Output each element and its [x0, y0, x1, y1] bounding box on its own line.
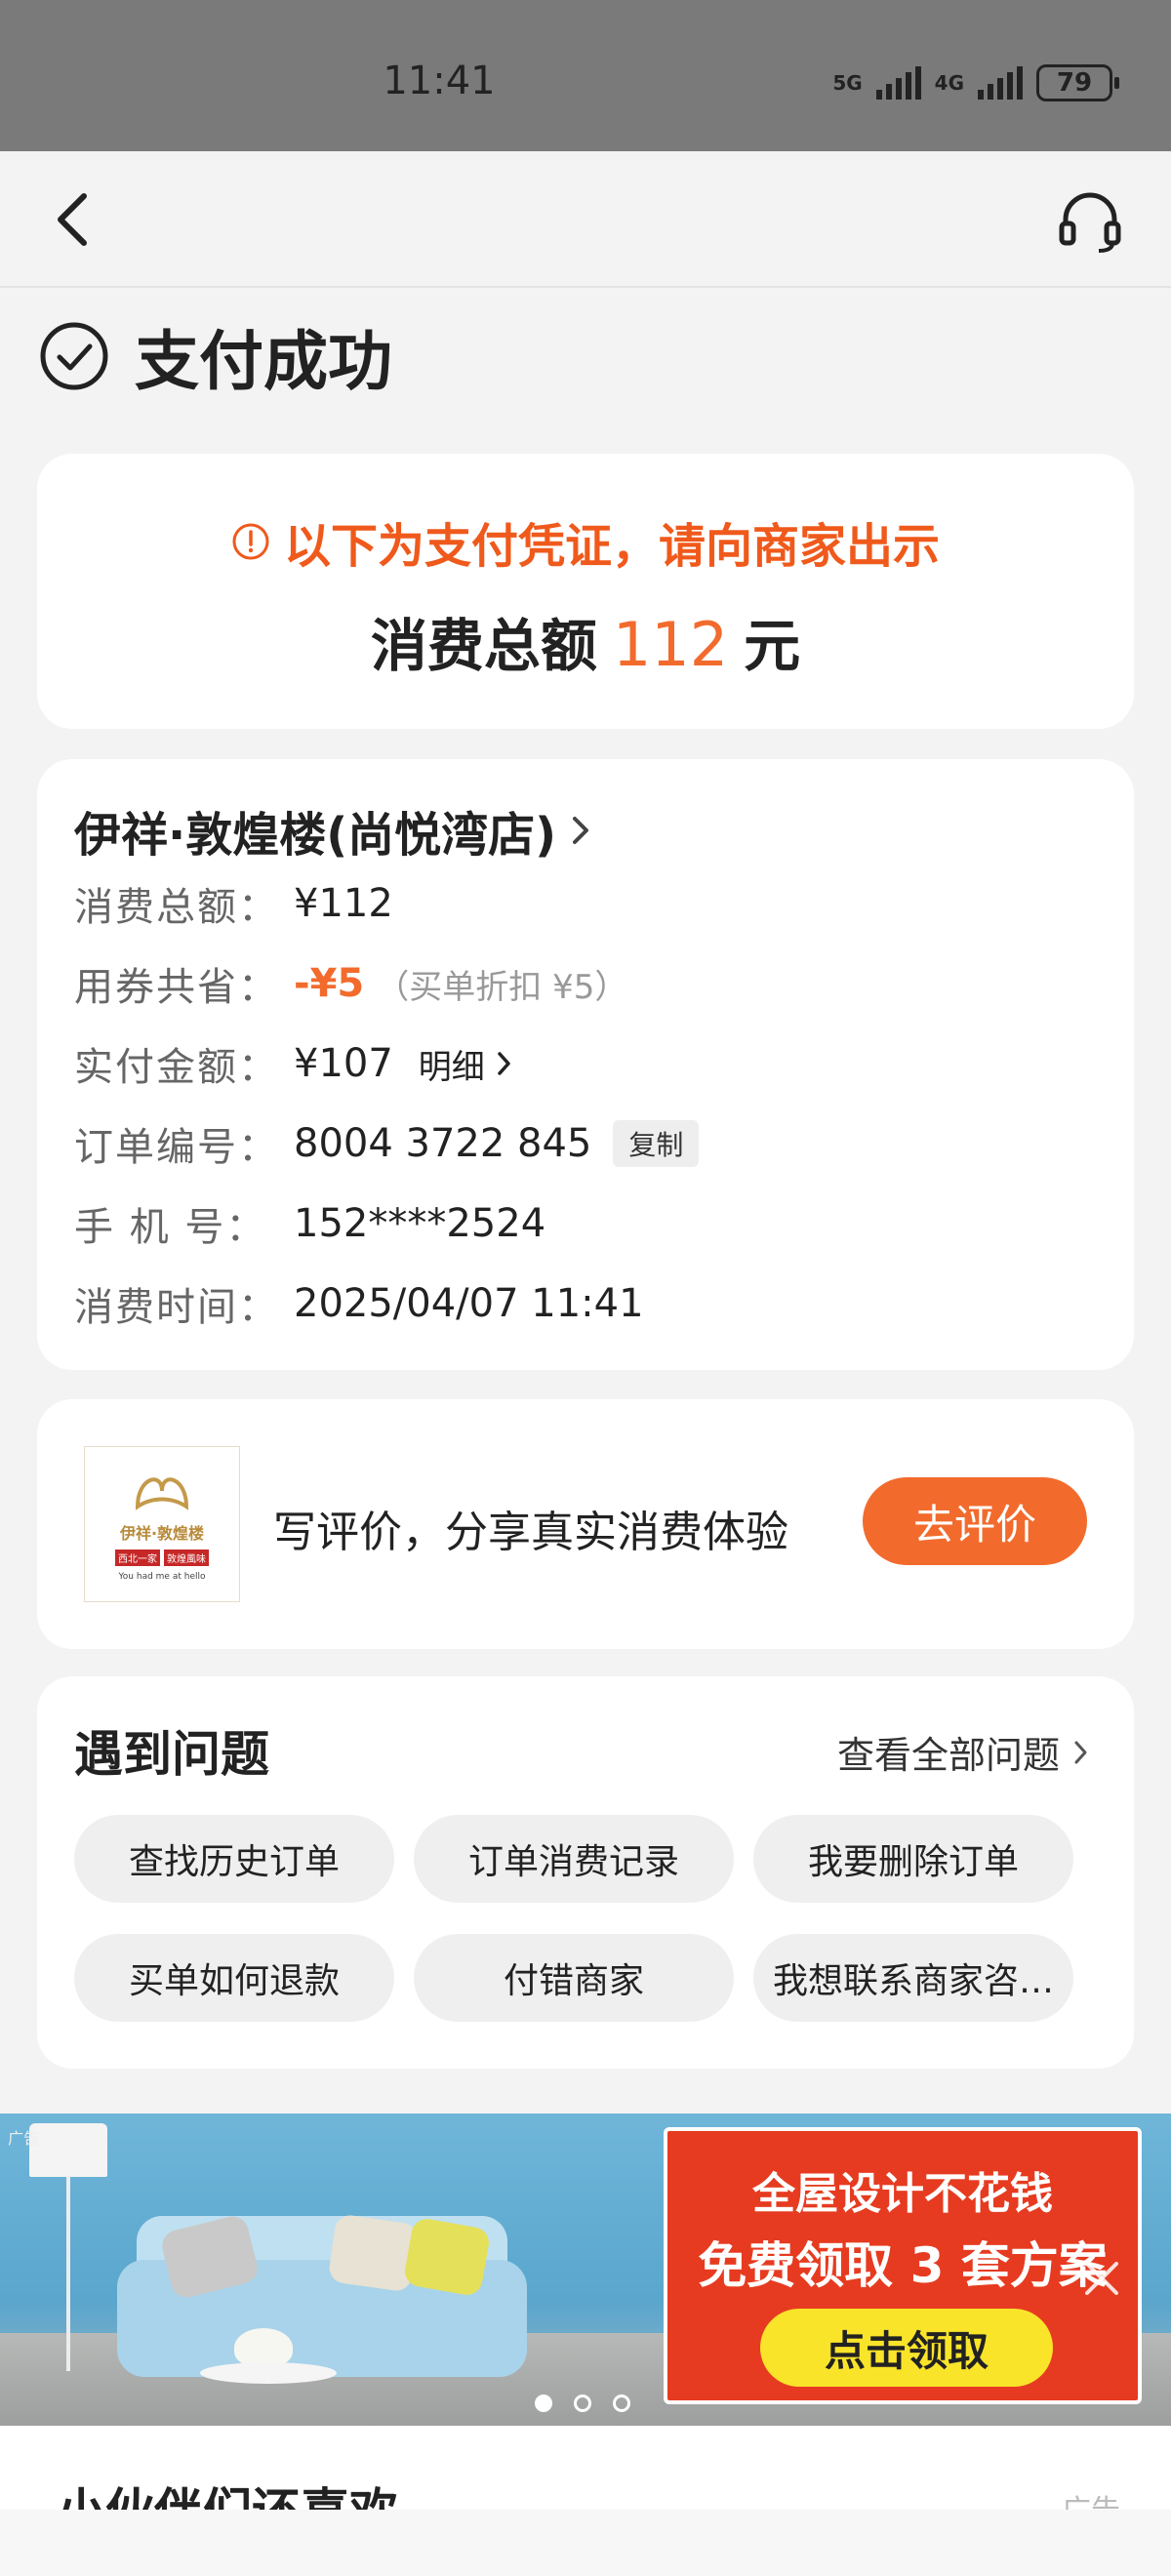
discount-value: -¥5: [294, 961, 365, 1006]
status-icons: 5G 4G 79: [832, 64, 1119, 101]
ad-claim-button[interactable]: 点击领取: [760, 2309, 1053, 2387]
check-circle-icon: [40, 322, 108, 390]
carousel-dot[interactable]: [535, 2395, 552, 2412]
logo-tag: 西北一家: [115, 1549, 160, 1566]
pillow-shape: [402, 2216, 492, 2298]
ad-headline: 全屋设计不花钱: [752, 2169, 1053, 2219]
write-review-button[interactable]: 去评价: [863, 1477, 1087, 1565]
order-number: 8004 3722 845: [294, 1121, 592, 1166]
time-value: 2025/04/07 11:41: [294, 1281, 644, 1326]
signal-5g-label: 5G: [832, 71, 863, 95]
chevron-right-icon: [498, 1052, 510, 1075]
phone-value: 152****2524: [294, 1201, 546, 1246]
order-row-time: 消费时间： 2025/04/07 11:41: [74, 1274, 644, 1333]
order-detail-card: 伊祥·敦煌楼(尚悦湾店) 消费总额： ¥112 用券共省： -¥5 （买单折扣 …: [37, 759, 1134, 1370]
total-amount: 112: [612, 609, 729, 680]
logo-slogan: You had me at hello: [118, 1571, 206, 1582]
faq-chip[interactable]: 我要删除订单: [753, 1815, 1073, 1903]
row-value: ¥112: [294, 881, 393, 926]
view-all-label: 查看全部问题: [836, 1734, 1060, 1777]
signal-4g-label: 4G: [934, 71, 964, 95]
order-row-total: 消费总额： ¥112: [74, 874, 393, 933]
paid-value: ¥107: [294, 1041, 393, 1086]
ad-promo-box[interactable]: 全屋设计不花钱 免费领取 3 套方案 点击领取: [664, 2127, 1142, 2404]
ad-tag: 广告: [8, 2129, 40, 2148]
voucher-card: 以下为支付凭证，请向商家出示 消费总额 112 元: [37, 454, 1134, 729]
row-label: 用券共省：: [74, 965, 279, 1010]
nav-bar: [0, 151, 1171, 288]
shop-name-link[interactable]: 伊祥·敦煌楼(尚悦湾店): [74, 796, 591, 865]
lamp-pole-shape: [66, 2176, 70, 2371]
carousel-dot[interactable]: [613, 2395, 630, 2412]
logo-tags: 西北一家 敦煌風味: [115, 1549, 209, 1566]
bottom-bar: [0, 2510, 1171, 2576]
logo-name: 伊祥·敦煌楼: [119, 1523, 205, 1543]
page-title: 支付成功: [135, 324, 392, 399]
logo-tag: 敦煌風味: [164, 1549, 209, 1566]
discount-note: （买单折扣 ¥5）: [376, 967, 628, 1007]
pillow-shape: [327, 2213, 420, 2293]
battery-icon: 79: [1036, 64, 1119, 101]
total-label: 消费总额: [370, 613, 597, 679]
status-bar: 11:41 5G 4G 79: [0, 0, 1171, 151]
row-label: 手 机 号：: [74, 1205, 267, 1250]
headset-icon[interactable]: [1056, 186, 1124, 255]
voucher-notice-text: 以下为支付凭证，请向商家出示: [283, 519, 940, 574]
status-time: 11:41: [383, 59, 496, 103]
row-label: 实付金额：: [74, 1045, 279, 1090]
carousel-dots: [535, 2395, 630, 2412]
shop-logo: 伊祥·敦煌楼 西北一家 敦煌風味 You had me at hello: [84, 1446, 240, 1602]
signal-bars-icon: [875, 66, 921, 100]
back-chevron-icon[interactable]: [47, 188, 105, 251]
order-row-phone: 手 机 号： 152****2524: [74, 1194, 545, 1253]
row-label: 订单编号：: [74, 1125, 279, 1170]
shop-name: 伊祥·敦煌楼(尚悦湾店): [74, 808, 557, 863]
voucher-notice: 以下为支付凭证，请向商家出示: [37, 507, 1134, 576]
knot-logo-icon: [135, 1477, 189, 1510]
total-amount-line: 消费总额 112 元: [37, 600, 1134, 682]
view-all-questions-link[interactable]: 查看全部问题: [837, 1725, 1089, 1779]
alert-circle-icon: [232, 523, 269, 560]
table-shape: [200, 2362, 337, 2384]
chevron-right-icon: [1074, 1741, 1087, 1763]
faq-chip[interactable]: 我想联系商家咨…: [753, 1934, 1073, 2022]
row-label: 消费时间：: [74, 1285, 279, 1330]
total-unit: 元: [744, 613, 801, 679]
faq-chip[interactable]: 查找历史订单: [74, 1815, 394, 1903]
review-card: 伊祥·敦煌楼 西北一家 敦煌風味 You had me at hello 写评价…: [37, 1399, 1134, 1649]
row-label: 消费总额：: [74, 885, 279, 930]
chevron-right-icon: [573, 817, 589, 844]
ad-subheadline: 免费领取 3 套方案: [698, 2237, 1108, 2294]
order-row-paid: 实付金额： ¥107 明细: [74, 1034, 512, 1093]
ad-banner[interactable]: 广告 全屋设计不花钱 免费领取 3 套方案 点击领取: [0, 2113, 1171, 2426]
carousel-dot[interactable]: [574, 2395, 591, 2412]
detail-link-label: 明细: [418, 1047, 485, 1087]
signal-bars-icon-2: [978, 66, 1023, 100]
close-icon[interactable]: [1077, 2254, 1126, 2303]
faq-chip[interactable]: 付错商家: [414, 1934, 734, 2022]
flowers-shape: [234, 2328, 293, 2367]
payment-status-header: 支付成功: [39, 312, 392, 400]
order-row-number: 订单编号： 8004 3722 845 复制: [74, 1114, 700, 1173]
copy-button[interactable]: 复制: [613, 1120, 700, 1167]
faq-title: 遇到问题: [74, 1726, 269, 1783]
lamp-shape: [29, 2123, 107, 2177]
order-row-discount: 用券共省： -¥5 （买单折扣 ¥5）: [74, 954, 627, 1013]
faq-card: 遇到问题 查看全部问题 查找历史订单 订单消费记录 我要删除订单 买单如何退款 …: [37, 1676, 1134, 2069]
detail-link[interactable]: 明细: [419, 1040, 512, 1088]
faq-chip[interactable]: 买单如何退款: [74, 1934, 394, 2022]
faq-chip[interactable]: 订单消费记录: [414, 1815, 734, 1903]
review-prompt: 写评价，分享真实消费体验: [273, 1508, 788, 1557]
